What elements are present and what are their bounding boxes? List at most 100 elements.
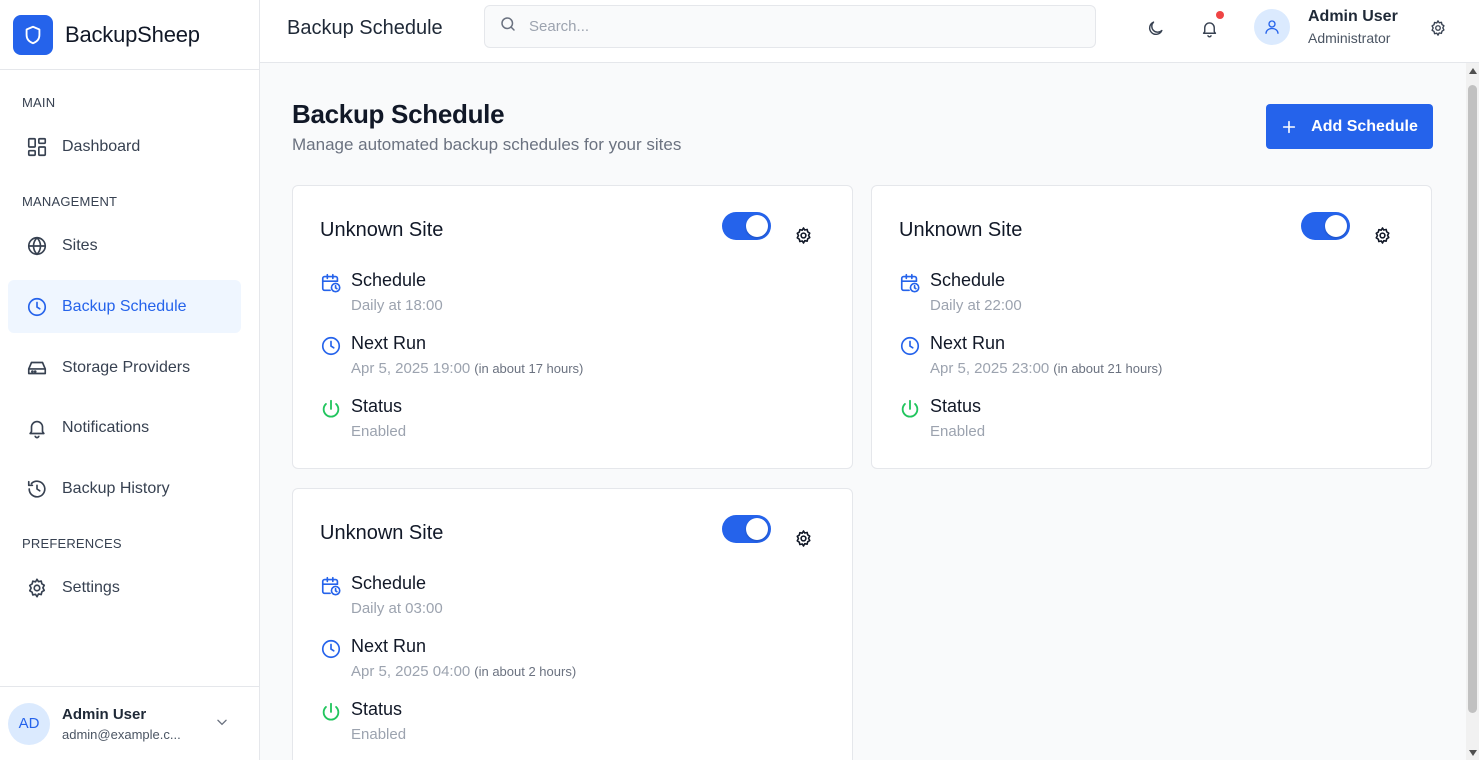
sidebar-item-sites[interactable]: Sites <box>8 219 241 272</box>
field-label: Schedule <box>351 573 427 593</box>
site-name: Unknown Site <box>320 219 444 241</box>
scroll-down-arrow-icon[interactable] <box>1469 750 1477 756</box>
sidebar-item-label: Backup History <box>62 479 170 497</box>
sidebar-item-backup-schedule[interactable]: Backup Schedule <box>8 280 241 333</box>
brand[interactable]: BackupSheep <box>0 0 259 70</box>
globe-icon <box>25 234 49 258</box>
field-label: Next Run <box>351 333 427 353</box>
gear-icon <box>25 576 49 600</box>
site-name: Unknown Site <box>320 522 444 544</box>
scroll-up-arrow-icon[interactable] <box>1469 68 1477 74</box>
section-label-management: MANAGEMENT <box>22 194 118 209</box>
bell-icon[interactable] <box>1198 11 1224 39</box>
field-label: Next Run <box>930 333 1006 353</box>
bell-icon <box>25 416 49 440</box>
power-icon <box>899 398 921 420</box>
power-icon <box>320 701 342 723</box>
plus-icon <box>1281 119 1297 135</box>
calendar-clock-icon <box>899 272 921 294</box>
user-name: Admin User <box>1308 8 1398 25</box>
clock-icon <box>25 295 49 319</box>
section-label-preferences: PREFERENCES <box>22 536 122 551</box>
scrollbar[interactable] <box>1466 63 1479 760</box>
field-value: Enabled <box>351 726 407 743</box>
power-icon <box>320 398 342 420</box>
site-name: Unknown Site <box>899 219 1023 241</box>
field-value: Enabled <box>930 423 986 440</box>
dashboard-icon <box>25 135 49 159</box>
sidebar-item-backup-history[interactable]: Backup History <box>8 462 241 515</box>
sidebar-item-label: Notifications <box>62 418 150 436</box>
next-run-relative: (in about 2 hours) <box>474 664 577 679</box>
hard-drive-icon <box>25 356 49 380</box>
user-role: Administrator <box>1308 30 1391 46</box>
user-name: Admin User <box>62 705 147 723</box>
sidebar-item-label: Dashboard <box>62 137 141 155</box>
field-label: Next Run <box>351 636 427 656</box>
sidebar-item-dashboard[interactable]: Dashboard <box>8 120 241 173</box>
schedule-card: Unknown Site Schedule Daily at 03:00 Nex… <box>292 488 853 760</box>
notification-dot <box>1216 11 1224 19</box>
sidebar-item-storage-providers[interactable]: Storage Providers <box>8 341 241 394</box>
field-value: Enabled <box>351 423 407 440</box>
add-schedule-label: Add Schedule <box>1311 117 1418 135</box>
history-icon <box>25 477 49 501</box>
enable-toggle[interactable] <box>722 212 771 240</box>
calendar-clock-icon <box>320 575 342 597</box>
field-value: Daily at 18:00 <box>351 297 443 314</box>
field-value: Daily at 03:00 <box>351 600 443 617</box>
next-run-datetime: Apr 5, 2025 23:00 <box>930 360 1050 377</box>
next-run-datetime: Apr 5, 2025 04:00 <box>351 663 471 680</box>
field-value: Apr 5, 2025 19:00 (in about 17 hours) <box>351 360 583 377</box>
moon-icon[interactable] <box>1144 17 1166 39</box>
sidebar-item-label: Sites <box>62 236 98 254</box>
schedule-card: Unknown Site Schedule Daily at 18:00 Nex… <box>292 185 853 469</box>
next-run-relative: (in about 21 hours) <box>1053 361 1163 376</box>
sidebar-item-label: Backup Schedule <box>62 297 187 315</box>
chevron-down-icon[interactable] <box>215 715 229 734</box>
user-info[interactable]: Admin User Administrator <box>1308 8 1398 46</box>
brand-name: BackupSheep <box>65 21 200 47</box>
search-input[interactable] <box>529 18 1069 35</box>
field-label: Status <box>351 699 403 719</box>
enable-toggle[interactable] <box>722 515 771 543</box>
user-menu[interactable]: AD Admin User admin@example.c... <box>0 686 259 760</box>
sidebar: BackupSheep MAIN Dashboard MANAGEMENT Si… <box>0 0 260 760</box>
gear-icon[interactable] <box>1373 226 1392 245</box>
field-value: Apr 5, 2025 04:00 (in about 2 hours) <box>351 663 576 680</box>
sidebar-item-label: Storage Providers <box>62 358 191 376</box>
field-label: Schedule <box>351 270 427 290</box>
gear-icon[interactable] <box>794 529 813 548</box>
field-label: Status <box>930 396 982 416</box>
field-value: Daily at 22:00 <box>930 297 1022 314</box>
sidebar-item-notifications[interactable]: Notifications <box>8 401 241 454</box>
page-title: Backup Schedule <box>292 99 505 129</box>
calendar-clock-icon <box>320 272 342 294</box>
topbar: Backup Schedule Admin User Administrator <box>260 0 1479 63</box>
clock-icon <box>320 638 342 660</box>
user-email: admin@example.c... <box>62 726 181 742</box>
field-label: Status <box>351 396 403 416</box>
next-run-datetime: Apr 5, 2025 19:00 <box>351 360 471 377</box>
enable-toggle[interactable] <box>1301 212 1350 240</box>
schedule-card: Unknown Site Schedule Daily at 22:00 Nex… <box>871 185 1432 469</box>
gear-icon[interactable] <box>794 226 813 245</box>
next-run-relative: (in about 17 hours) <box>474 361 584 376</box>
section-label-main: MAIN <box>22 95 56 110</box>
sidebar-item-settings[interactable]: Settings <box>8 561 241 614</box>
field-label: Schedule <box>930 270 1006 290</box>
clock-icon <box>320 335 342 357</box>
scrollbar-thumb[interactable] <box>1468 85 1477 713</box>
gear-icon[interactable] <box>1427 17 1449 39</box>
avatar[interactable] <box>1254 9 1290 45</box>
avatar: AD <box>8 702 50 745</box>
field-value: Apr 5, 2025 23:00 (in about 21 hours) <box>930 360 1162 377</box>
page-subtitle: Manage automated backup schedules for yo… <box>292 135 682 154</box>
page-header-title: Backup Schedule <box>287 17 443 39</box>
add-schedule-button[interactable]: Add Schedule <box>1266 104 1433 149</box>
search-box[interactable] <box>484 5 1096 48</box>
shield-icon <box>13 14 53 55</box>
search-icon <box>499 15 517 38</box>
clock-icon <box>899 335 921 357</box>
sidebar-item-label: Settings <box>62 578 120 596</box>
